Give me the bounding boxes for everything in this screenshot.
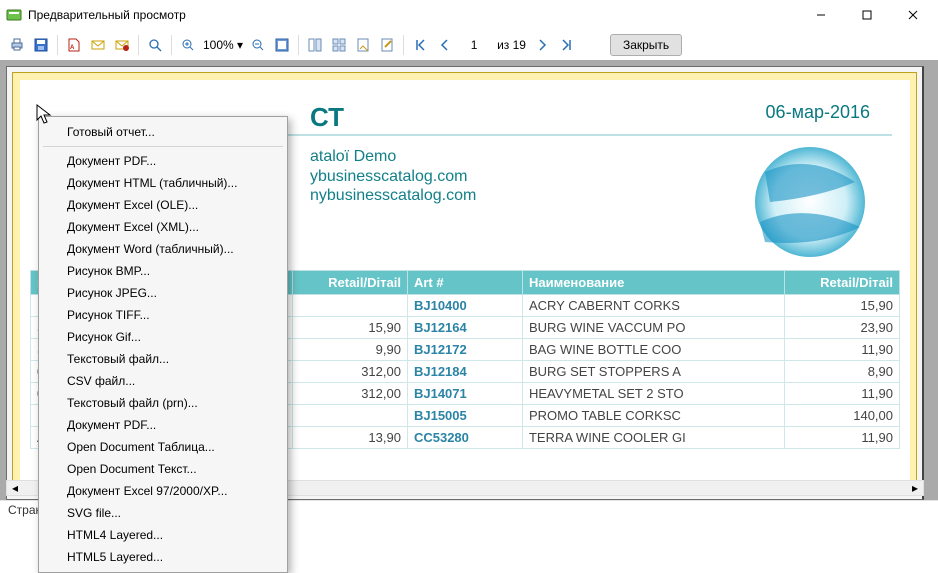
menu-item[interactable]: HTML5 Layered... [41,546,285,568]
menu-item[interactable]: Open Document Таблица... [41,436,285,458]
first-page-button[interactable] [409,34,431,56]
menu-item[interactable]: Текстовый файл... [41,348,285,370]
zoom-select[interactable]: 100% ▾ [201,37,245,53]
last-page-button[interactable] [556,34,578,56]
cell-art: BJ12172 [407,339,522,361]
cell-name-right: PROMO TABLE CORKSC [522,405,784,427]
toolbar-separator [298,35,299,55]
outline-button[interactable] [304,34,326,56]
save-button[interactable] [30,34,52,56]
menu-item[interactable]: Документ PDF... [41,150,285,172]
cell-price-right: 140,00 [784,405,899,427]
toolbar-separator [57,35,58,55]
close-window-button[interactable] [890,0,936,30]
page-count-label: из 19 [497,38,526,52]
cell-price-right: 23,90 [784,317,899,339]
cell-price-left [292,405,407,427]
edit-page-button[interactable] [376,34,398,56]
cell-art: BJ12184 [407,361,522,383]
export-dropdown-menu: Готовый отчет...Документ PDF...Документ … [38,116,288,573]
email-button[interactable] [87,34,109,56]
doc-title-fragment: СТ [310,102,344,133]
cell-price-left: 312,00 [292,383,407,405]
toolbar: A 100% ▾ из 19 Закрыть [0,30,938,60]
preview-area: СТ 06-мар-2016 ataloї Demo ybusinesscata… [0,60,938,500]
menu-item[interactable]: Рисунок BMP... [41,260,285,282]
cell-name-right: HEAVYMETAL SET 2 STO [522,383,784,405]
zoom-in-button[interactable] [177,34,199,56]
close-button[interactable]: Закрыть [610,34,682,56]
cell-price-right: 15,90 [784,295,899,317]
cell-name-right: BAG WINE BOTTLE COO [522,339,784,361]
menu-item[interactable]: Рисунок Gif... [41,326,285,348]
cell-name-right: ACRY CABERNT CORKS [522,295,784,317]
cell-price-right: 11,90 [784,383,899,405]
th-name-right: Наименование [522,271,784,295]
thumbnails-button[interactable] [328,34,350,56]
toolbar-separator [171,35,172,55]
company-logo [750,142,870,262]
scroll-left-arrow[interactable]: ◂ [7,481,23,495]
menu-item[interactable]: Документ Excel (XML)... [41,216,285,238]
cell-name-right: TERRA WINE COOLER GI [522,427,784,449]
mouse-cursor-icon [36,104,54,129]
cell-price-left: 13,90 [292,427,407,449]
menu-item[interactable]: Документ Excel 97/2000/XP... [41,480,285,502]
email-pdf-button[interactable] [111,34,133,56]
menu-item[interactable]: HTML4 Layered... [41,524,285,546]
th-price-left: Retail/Dітаіl [292,271,407,295]
cell-name-right: BURG WINE VACCUM PO [522,317,784,339]
menu-item[interactable]: CSV файл... [41,370,285,392]
th-price-right: Retail/Dітаil [784,271,899,295]
cell-art: BJ14071 [407,383,522,405]
company-url-1: ybusinesscatalog.com [310,168,467,186]
company-url-2: nybusinesscatalog.com [310,187,476,205]
fullscreen-button[interactable] [271,34,293,56]
menu-separator [43,146,283,147]
toolbar-separator [138,35,139,55]
zoom-out-button[interactable] [247,34,269,56]
cell-art: CC53280 [407,427,522,449]
toolbar-separator [403,35,404,55]
menu-item[interactable]: Готовый отчет... [41,121,285,143]
doc-date: 06-мар-2016 [766,102,870,123]
maximize-button[interactable] [844,0,890,30]
cell-price-left: 15,90 [292,317,407,339]
find-button[interactable] [144,34,166,56]
menu-item[interactable]: Документ Excel (OLE)... [41,194,285,216]
cell-price-left: 312,00 [292,361,407,383]
cell-art: BJ15005 [407,405,522,427]
app-icon [6,7,22,23]
next-page-button[interactable] [532,34,554,56]
menu-item[interactable]: Рисунок TIFF... [41,304,285,326]
menu-item[interactable]: Документ HTML (табличный)... [41,172,285,194]
svg-text:A: A [70,45,75,51]
titlebar: Предварительный просмотр [0,0,938,30]
menu-item[interactable]: Документ Word (табличный)... [41,238,285,260]
th-art: Art # [407,271,522,295]
pdf-export-button[interactable]: A [63,34,85,56]
menu-item[interactable]: SVG file... [41,502,285,524]
cell-price-left [292,295,407,317]
cell-name-right: BURG SET STOPPERS A [522,361,784,383]
scroll-right-arrow[interactable]: ▸ [907,481,923,495]
print-button[interactable] [6,34,28,56]
page-number-input[interactable] [457,36,491,54]
window-title: Предварительный просмотр [28,8,798,22]
cell-price-left: 9,90 [292,339,407,361]
cell-price-right: 11,90 [784,339,899,361]
minimize-button[interactable] [798,0,844,30]
page-setup-button[interactable] [352,34,374,56]
menu-item[interactable]: Рисунок JPEG... [41,282,285,304]
menu-item[interactable]: Документ PDF... [41,414,285,436]
menu-item[interactable]: Open Document Текст... [41,458,285,480]
menu-item[interactable]: Текстовый файл (prn)... [41,392,285,414]
prev-page-button[interactable] [433,34,455,56]
cell-art: BJ10400 [407,295,522,317]
cell-price-right: 11,90 [784,427,899,449]
company-name-fragment: ataloї Demo [310,148,396,166]
cell-art: BJ12164 [407,317,522,339]
cell-price-right: 8,90 [784,361,899,383]
